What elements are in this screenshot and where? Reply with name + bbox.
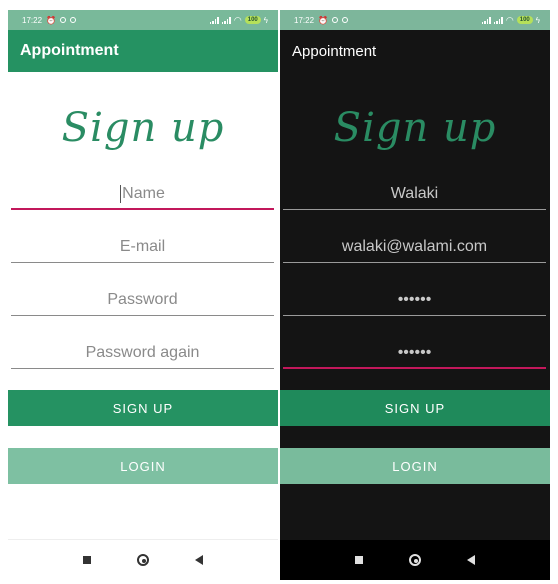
password-again-field[interactable]: Password again bbox=[11, 339, 274, 369]
password-again-field[interactable]: •••••• bbox=[283, 339, 546, 369]
password-again-placeholder: Password again bbox=[85, 344, 200, 361]
alarm-icon: ⏰ bbox=[46, 15, 56, 25]
email-field[interactable]: walaki@walami.com bbox=[283, 233, 546, 263]
battery-icon: 100 bbox=[516, 16, 533, 24]
navigation-bar bbox=[8, 539, 278, 580]
signup-heading: Sign up bbox=[61, 105, 225, 151]
status-bar: 17:22 ⏰ ◠ 100 ϟ bbox=[280, 10, 550, 30]
dark-theme-screen: 17:22 ⏰ ◠ 100 ϟ Appointment Sign up Wala… bbox=[280, 10, 550, 580]
email-placeholder: E-mail bbox=[119, 238, 166, 255]
app-bar: Appointment bbox=[8, 30, 278, 72]
signal-icon bbox=[209, 16, 219, 24]
signup-button-label: SIGN UP bbox=[384, 400, 446, 416]
signal-icon bbox=[221, 16, 231, 24]
status-time: 17:22 bbox=[294, 15, 315, 25]
home-icon[interactable] bbox=[137, 554, 149, 566]
app-bar: Appointment bbox=[280, 30, 550, 72]
login-button[interactable]: LOGIN bbox=[8, 448, 278, 484]
name-field[interactable]: Name bbox=[11, 180, 274, 210]
password-again-value: •••••• bbox=[397, 344, 432, 361]
password-field[interactable]: Password bbox=[11, 286, 274, 316]
status-time: 17:22 bbox=[22, 15, 43, 25]
charging-icon: ϟ bbox=[535, 15, 540, 25]
home-icon[interactable] bbox=[409, 554, 421, 566]
sync-icon bbox=[60, 17, 66, 23]
password-field[interactable]: •••••• bbox=[283, 286, 546, 316]
sync-icon bbox=[342, 17, 348, 23]
app-title: Appointment bbox=[20, 42, 119, 59]
name-value: Walaki bbox=[390, 185, 439, 202]
signup-heading: Sign up bbox=[333, 105, 497, 151]
status-bar: 17:22 ⏰ ◠ 100 ϟ bbox=[8, 10, 278, 30]
login-button-label: LOGIN bbox=[392, 458, 438, 474]
name-placeholder: Name bbox=[122, 185, 165, 202]
wifi-icon: ◠ bbox=[505, 15, 514, 25]
recent-apps-icon[interactable] bbox=[355, 556, 363, 564]
app-title: Appointment bbox=[292, 42, 377, 60]
login-button-label: LOGIN bbox=[120, 458, 166, 474]
charging-icon: ϟ bbox=[263, 15, 268, 25]
alarm-icon: ⏰ bbox=[318, 15, 328, 25]
sync-icon bbox=[332, 17, 338, 23]
signal-icon bbox=[493, 16, 503, 24]
wifi-icon: ◠ bbox=[233, 15, 242, 25]
signal-icon bbox=[481, 16, 491, 24]
back-icon[interactable] bbox=[467, 555, 475, 565]
login-button[interactable]: LOGIN bbox=[280, 448, 550, 484]
signup-button-label: SIGN UP bbox=[112, 400, 174, 416]
signup-button[interactable]: SIGN UP bbox=[8, 390, 278, 426]
email-value: walaki@walami.com bbox=[341, 238, 488, 255]
password-value: •••••• bbox=[397, 291, 432, 308]
light-theme-screen: 17:22 ⏰ ◠ 100 ϟ Appointment Sign up Name… bbox=[8, 10, 278, 580]
signup-button[interactable]: SIGN UP bbox=[280, 390, 550, 426]
back-icon[interactable] bbox=[195, 555, 203, 565]
navigation-bar bbox=[280, 540, 550, 580]
text-cursor bbox=[120, 184, 122, 203]
recent-apps-icon[interactable] bbox=[83, 556, 91, 564]
password-placeholder: Password bbox=[107, 291, 178, 308]
name-field[interactable]: Walaki bbox=[283, 180, 546, 210]
email-field[interactable]: E-mail bbox=[11, 233, 274, 263]
battery-icon: 100 bbox=[244, 16, 261, 24]
sync-icon bbox=[70, 17, 76, 23]
